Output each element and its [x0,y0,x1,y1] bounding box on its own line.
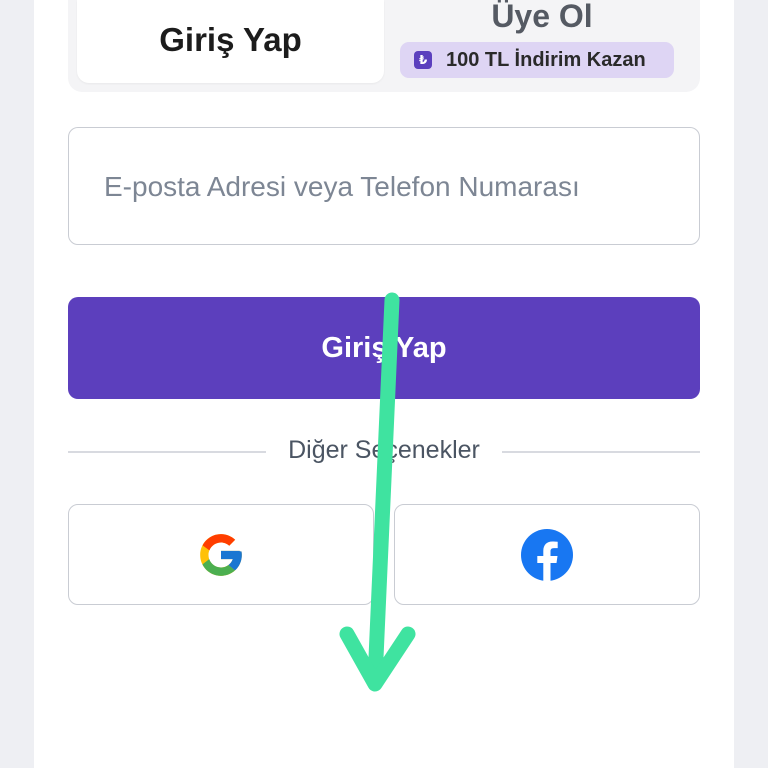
tab-signup[interactable]: Üye Ol ₺ 100 TL İndirim Kazan [384,0,700,92]
lira-icon: ₺ [414,51,432,69]
google-icon [200,533,242,576]
tab-signup-label: Üye Ol [491,0,593,34]
divider-line-left [68,451,266,453]
google-login-button[interactable] [68,504,374,605]
facebook-icon [521,528,573,581]
identifier-input[interactable] [102,128,686,246]
divider-line-right [502,451,700,453]
facebook-login-button[interactable] [394,504,700,605]
promo-text: 100 TL İndirim Kazan [446,48,646,71]
tab-login-label: Giriş Yap [159,20,302,58]
identifier-field[interactable] [68,127,700,246]
login-button[interactable]: Giriş Yap [68,297,700,399]
tab-login[interactable]: Giriş Yap [77,0,384,83]
other-options-label: Diğer Seçenekler [288,436,480,464]
promo-badge: ₺ 100 TL İndirim Kazan [400,42,674,78]
